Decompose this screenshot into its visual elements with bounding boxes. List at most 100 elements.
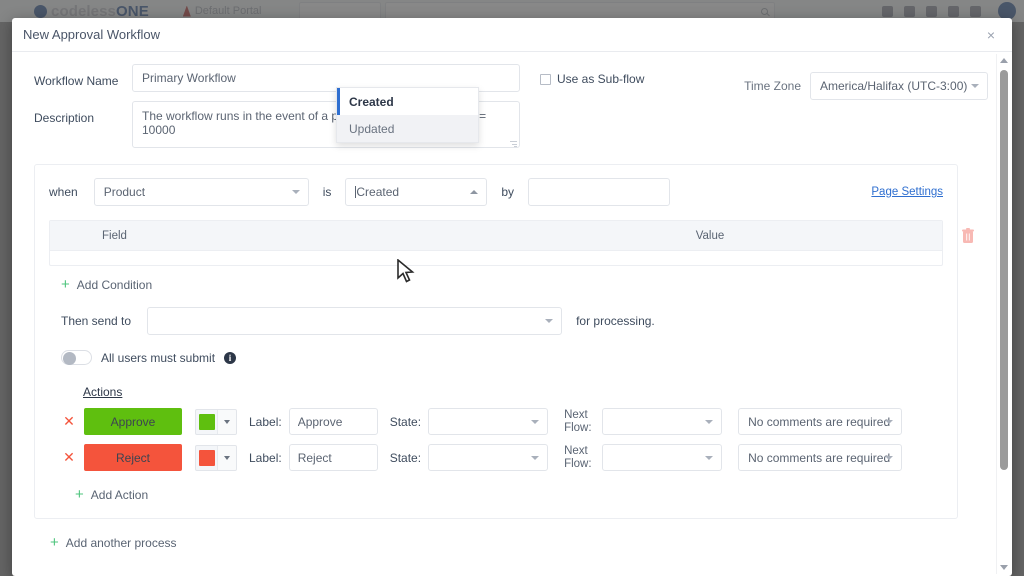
chevron-down-icon	[217, 409, 236, 434]
actions-section-title[interactable]: Actions	[83, 385, 122, 399]
chevron-down-icon	[217, 445, 236, 470]
action-label-input[interactable]	[288, 444, 378, 471]
add-another-process-label: Add another process	[65, 535, 177, 550]
add-another-process-button[interactable]: + Add another process	[50, 535, 988, 550]
trash-icon[interactable]	[960, 227, 976, 245]
checkbox-box-icon	[540, 73, 551, 85]
then-send-to-label: Then send to	[61, 314, 132, 328]
page-title: New Approval Workflow	[23, 27, 161, 42]
timezone-group: Time Zone America/Halifax (UTC-3:00)	[744, 64, 988, 100]
dialog-header: New Approval Workflow ×	[12, 18, 1012, 52]
action-button-text: Reject	[115, 450, 150, 465]
add-condition-label: Add Condition	[76, 277, 153, 292]
comments-requirement-select[interactable]: No comments are required	[738, 444, 903, 471]
menu-item-created[interactable]: Created	[337, 88, 478, 115]
chevron-down-icon	[971, 84, 979, 88]
all-users-must-submit-label: All users must submit	[101, 350, 216, 365]
condition-table: Field Value	[49, 220, 974, 266]
action-preview-button[interactable]: Approve	[84, 408, 182, 435]
add-condition-button[interactable]: + Add Condition	[61, 277, 957, 292]
add-action-button[interactable]: + Add Action	[75, 487, 957, 502]
close-icon[interactable]: ×	[982, 26, 1000, 44]
action-color-picker[interactable]	[195, 408, 237, 435]
chevron-down-icon	[705, 455, 714, 460]
dialog-body: Workflow Name Description The workflow r…	[12, 52, 1012, 576]
column-header-value: Value	[695, 229, 725, 242]
trigger-row: when Product is Created by Page Settings	[35, 178, 957, 206]
event-select[interactable]: Created	[345, 178, 488, 206]
timezone-select[interactable]: America/Halifax (UTC-3:00)	[810, 72, 988, 100]
remove-action-icon[interactable]: ✕	[61, 449, 77, 466]
send-to-row: Then send to for processing.	[61, 307, 957, 335]
chevron-down-icon	[885, 455, 894, 460]
send-to-select[interactable]	[147, 307, 563, 335]
plus-icon: +	[75, 486, 84, 503]
state-field-label: State:	[389, 450, 422, 465]
event-dropdown-menu: Created Updated	[336, 87, 479, 143]
for-processing-label: for processing.	[576, 314, 655, 328]
condition-table-header: Field Value	[50, 221, 942, 251]
add-action-label: Add Action	[90, 487, 149, 502]
chevron-down-icon	[885, 419, 894, 424]
description-label: Description	[34, 111, 95, 125]
next-flow-label: Next Flow:	[564, 444, 592, 470]
next-flow-select[interactable]	[602, 408, 723, 435]
comments-requirement-select[interactable]: No comments are required	[738, 408, 903, 435]
menu-item-updated[interactable]: Updated	[337, 115, 478, 142]
workflow-meta-form: Workflow Name Description The workflow r…	[24, 64, 988, 151]
event-value: Created	[356, 185, 400, 199]
comments-requirement-value: No comments are required	[748, 414, 891, 429]
color-swatch	[196, 410, 217, 434]
timezone-value: America/Halifax (UTC-3:00)	[820, 79, 968, 93]
toggle-knob	[63, 352, 76, 365]
action-button-text: Approve	[110, 414, 156, 429]
chevron-down-icon	[705, 419, 714, 424]
action-row: ✕ Reject Label: State: NextFlow:	[61, 444, 957, 471]
chevron-up-icon	[470, 190, 479, 194]
timezone-label: Time Zone	[744, 79, 801, 93]
info-icon[interactable]: i	[224, 351, 237, 364]
scrollbar-track[interactable]	[997, 67, 1011, 561]
condition-table-body	[50, 251, 942, 265]
object-select[interactable]: Product	[93, 178, 309, 206]
use-as-subflow-label: Use as Sub-flow	[557, 72, 645, 86]
use-as-subflow-checkbox[interactable]: Use as Sub-flow	[540, 64, 644, 86]
next-flow-label: Next Flow:	[564, 408, 592, 434]
page-settings-link[interactable]: Page Settings	[871, 186, 943, 198]
chevron-down-icon	[531, 419, 540, 424]
label-field-label: Label:	[249, 414, 282, 429]
color-swatch	[196, 446, 217, 470]
all-users-must-submit-row: All users must submit i	[61, 350, 957, 365]
by-input[interactable]	[528, 178, 671, 206]
plus-icon: +	[50, 534, 59, 551]
when-label: when	[49, 185, 78, 199]
column-header-field: Field	[102, 229, 127, 242]
scroll-up-button[interactable]	[997, 54, 1011, 67]
scroll-down-button[interactable]	[997, 561, 1011, 574]
action-color-picker[interactable]	[195, 444, 237, 471]
state-field-label: State:	[389, 414, 422, 429]
remove-action-icon[interactable]: ✕	[61, 413, 77, 430]
process-panel: when Product is Created by Page Settings…	[34, 87, 974, 519]
chevron-down-icon	[531, 455, 540, 460]
comments-requirement-value: No comments are required	[748, 450, 891, 465]
workflow-name-label: Workflow Name	[34, 74, 119, 88]
is-label: is	[322, 185, 332, 199]
chevron-down-icon	[291, 190, 300, 194]
dialog-scrollbar[interactable]	[996, 54, 1010, 574]
action-preview-button[interactable]: Reject	[84, 444, 182, 471]
action-row: ✕ Approve Label: State: NextFlow:	[61, 408, 957, 435]
label-field-label: Label:	[249, 450, 282, 465]
form-labels-column: Workflow Name Description	[34, 64, 132, 136]
plus-icon: +	[61, 276, 70, 293]
all-users-must-submit-toggle[interactable]	[61, 350, 92, 365]
scrollbar-thumb[interactable]	[1000, 70, 1008, 470]
next-flow-select[interactable]	[602, 444, 723, 471]
action-state-select[interactable]	[428, 444, 549, 471]
new-approval-workflow-dialog: New Approval Workflow × Workflow Name De…	[12, 18, 1012, 576]
action-state-select[interactable]	[428, 408, 549, 435]
action-label-input[interactable]	[288, 408, 378, 435]
by-label: by	[501, 185, 515, 199]
object-value: Product	[103, 185, 146, 199]
chevron-down-icon	[545, 319, 554, 323]
